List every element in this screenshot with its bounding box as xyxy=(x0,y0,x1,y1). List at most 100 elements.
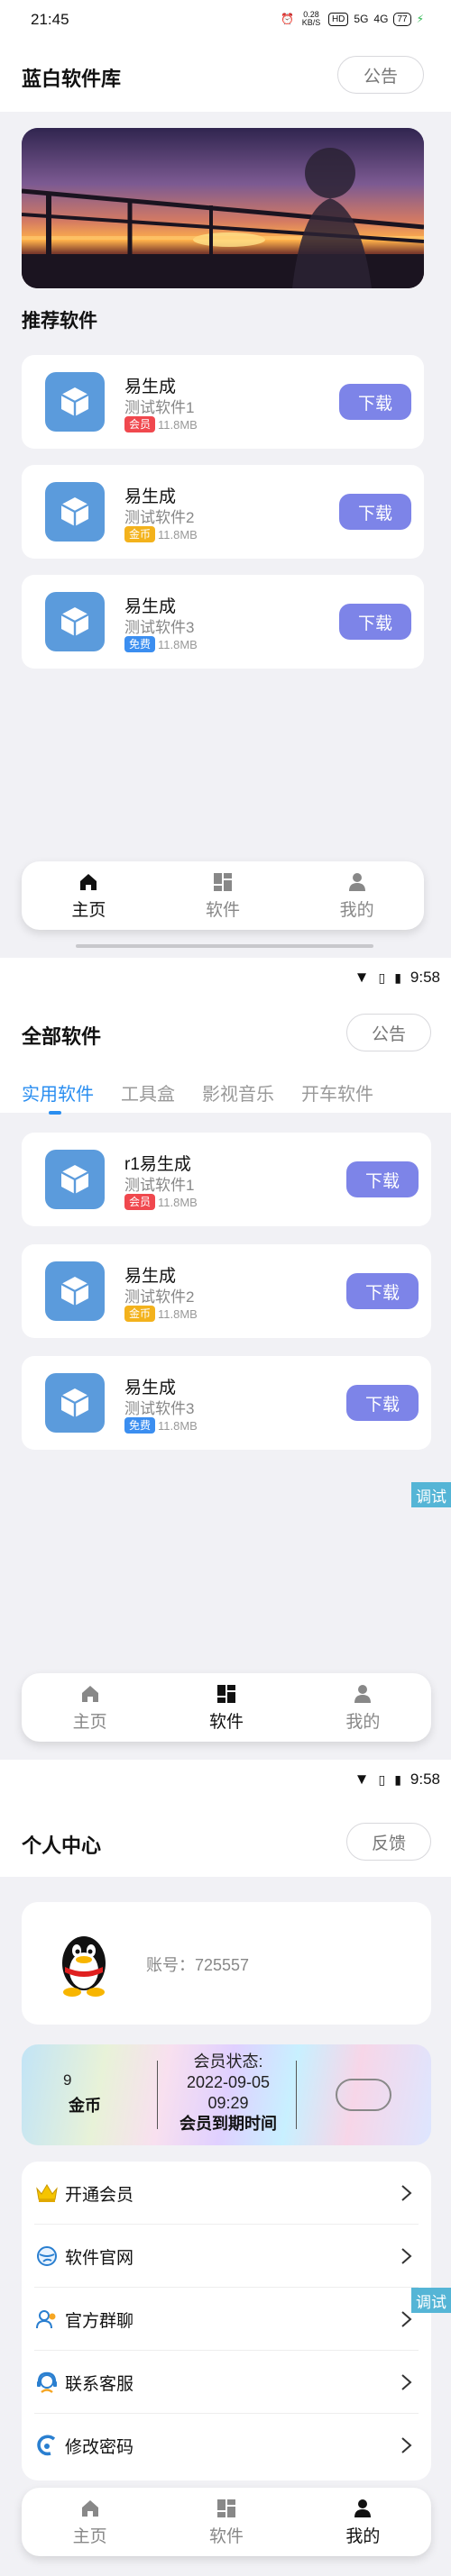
grid-icon xyxy=(216,2499,235,2517)
home-icon xyxy=(80,873,97,890)
debug-button[interactable]: 调试 xyxy=(411,1482,451,1507)
nav-label: 软件 xyxy=(208,1712,244,1732)
menu-label: 软件官网 xyxy=(65,2248,134,2268)
user-icon xyxy=(348,872,365,891)
nav-mine[interactable]: 我的 xyxy=(290,861,424,930)
chevron-right-icon xyxy=(401,2311,412,2327)
menu-label: 官方群聊 xyxy=(65,2311,134,2331)
page-title: 个人中心 xyxy=(22,1834,102,1857)
tag-badge: 金币 xyxy=(124,1306,156,1322)
status-time: 9:58 xyxy=(410,969,440,986)
menu-item-website[interactable]: 软件官网 xyxy=(22,2225,431,2288)
nav-label: 主页 xyxy=(72,1712,107,1732)
nav-home[interactable]: 主页 xyxy=(22,861,156,930)
menu-item-support[interactable]: 联系客服 xyxy=(22,2351,431,2414)
home-icon xyxy=(81,2499,98,2517)
nav-software[interactable]: 软件 xyxy=(156,861,290,930)
nav-home[interactable]: 主页 xyxy=(22,1673,158,1742)
menu-item-vip[interactable]: 开通会员 xyxy=(22,2162,431,2225)
download-button[interactable]: 下载 xyxy=(346,1385,419,1421)
cube-icon xyxy=(45,592,105,651)
coins-label: 金币 xyxy=(69,2097,101,2115)
app-meta: 金币 11.8MB xyxy=(124,526,198,542)
app-desc: 测试软件1 xyxy=(124,399,195,416)
cube-icon xyxy=(45,372,105,432)
menu-item-group-chat[interactable]: 官方群聊 xyxy=(22,2288,431,2351)
user-icon xyxy=(354,1684,372,1703)
nav-mine[interactable]: 我的 xyxy=(295,2488,431,2556)
app-name: r1易生成 xyxy=(124,1155,191,1174)
debug-button[interactable]: 调试 xyxy=(411,2288,451,2313)
qq-penguin-avatar[interactable] xyxy=(52,1925,115,1998)
member-expiry-label: 会员到期时间 xyxy=(179,2115,277,2133)
screen-profile: ▼ ▯ ▮ 9:58 个人中心 反馈 账号：725557 9 金币 会员状态: … xyxy=(0,1760,451,2576)
battery-icon: 77 xyxy=(393,12,411,26)
app-card[interactable]: r1易生成 测试软件1 会员 11.8MB 下载 xyxy=(22,1133,431,1226)
chevron-right-icon xyxy=(401,2437,412,2453)
battery-icon: ▮ xyxy=(394,969,401,985)
headset-icon xyxy=(34,2370,60,2395)
app-desc: 测试软件2 xyxy=(124,1288,195,1306)
signal-4g-icon: 4G xyxy=(373,13,389,25)
no-sim-icon: ▯ xyxy=(378,969,386,985)
notice-button[interactable]: 公告 xyxy=(337,56,424,94)
page-title: 全部软件 xyxy=(22,1025,102,1048)
app-desc: 测试软件1 xyxy=(124,1177,195,1194)
tab-media[interactable]: 影视音乐 xyxy=(202,1079,274,1106)
download-button[interactable]: 下载 xyxy=(346,1273,419,1309)
download-button[interactable]: 下载 xyxy=(339,604,411,640)
alarm-icon: ⏰ xyxy=(281,13,294,25)
charging-icon: ⚡ xyxy=(416,13,424,25)
download-button[interactable]: 下载 xyxy=(339,384,411,420)
app-card[interactable]: 易生成 测试软件2 金币 11.8MB 下载 xyxy=(22,465,424,559)
member-toggle[interactable] xyxy=(336,2079,391,2111)
screen-all-software: ▼ ▯ ▮ 9:58 全部软件 公告 实用软件 工具盒 影视音乐 开车软件 r1… xyxy=(0,958,451,1760)
notice-button[interactable]: 公告 xyxy=(346,1014,431,1051)
download-button[interactable]: 下载 xyxy=(346,1161,419,1197)
menu-label: 修改密码 xyxy=(65,2437,134,2457)
menu-label: 联系客服 xyxy=(65,2374,134,2394)
profile-card: 账号：725557 xyxy=(22,1902,431,2025)
menu-item-change-password[interactable]: 修改密码 xyxy=(22,2414,431,2477)
app-desc: 测试软件3 xyxy=(124,619,195,636)
member-card: 9 金币 会员状态: 2022-09-05 09:29 会员到期时间 xyxy=(22,2044,431,2145)
app-size: 11.8MB xyxy=(158,1306,198,1321)
nav-mine[interactable]: 我的 xyxy=(295,1673,431,1742)
home-icon xyxy=(81,1685,98,1702)
screen-home: 21:45 ⏰ 0.28 KB/S HD 5G 4G 77 ⚡ 蓝白软件库 公告 xyxy=(0,0,451,958)
app-size: 11.8MB xyxy=(158,637,198,651)
feedback-button[interactable]: 反馈 xyxy=(346,1823,431,1861)
app-size: 11.8MB xyxy=(158,417,198,432)
tab-driving[interactable]: 开车软件 xyxy=(301,1079,373,1106)
tag-badge: 免费 xyxy=(124,636,156,652)
tab-toolbox[interactable]: 工具盒 xyxy=(121,1079,175,1106)
signal-5g-icon: 5G xyxy=(354,13,369,25)
hd-icon: HD xyxy=(327,12,349,26)
download-button[interactable]: 下载 xyxy=(339,494,411,530)
app-card[interactable]: 易生成 测试软件2 金币 11.8MB 下载 xyxy=(22,1244,431,1338)
key-icon xyxy=(34,2433,60,2458)
chevron-right-icon xyxy=(401,2248,412,2264)
app-name: 易生成 xyxy=(124,597,177,616)
no-sim-icon: ▯ xyxy=(378,1771,386,1787)
wifi-icon: ▼ xyxy=(354,969,370,986)
nav-label: 我的 xyxy=(345,2526,381,2546)
status-icons: ⏰ 0.28 KB/S HD 5G 4G 77 ⚡ xyxy=(281,11,424,27)
tab-utilities[interactable]: 实用软件 xyxy=(22,1079,94,1106)
banner-image[interactable] xyxy=(22,128,424,288)
status-bar: ▼ ▯ ▮ 9:58 xyxy=(0,1760,451,1799)
coins-value: 9 xyxy=(63,2071,72,2089)
nav-home[interactable]: 主页 xyxy=(22,2488,158,2556)
nav-software[interactable]: 软件 xyxy=(158,2488,294,2556)
app-card[interactable]: 易生成 测试软件1 会员 11.8MB 下载 xyxy=(22,355,424,449)
app-card[interactable]: 易生成 测试软件3 免费 11.8MB 下载 xyxy=(22,1356,431,1450)
network-speed: 0.28 KB/S xyxy=(301,10,321,27)
nav-software[interactable]: 软件 xyxy=(158,1673,294,1742)
nav-label: 主页 xyxy=(72,2526,107,2546)
status-icons: ▼ ▯ ▮ 9:58 xyxy=(354,1770,440,1789)
bottom-nav: 主页 软件 我的 xyxy=(22,2488,431,2556)
crown-icon xyxy=(34,2180,60,2206)
app-name: 易生成 xyxy=(124,1267,177,1286)
app-card[interactable]: 易生成 测试软件3 免费 11.8MB 下载 xyxy=(22,575,424,669)
nav-label: 软件 xyxy=(206,900,241,920)
